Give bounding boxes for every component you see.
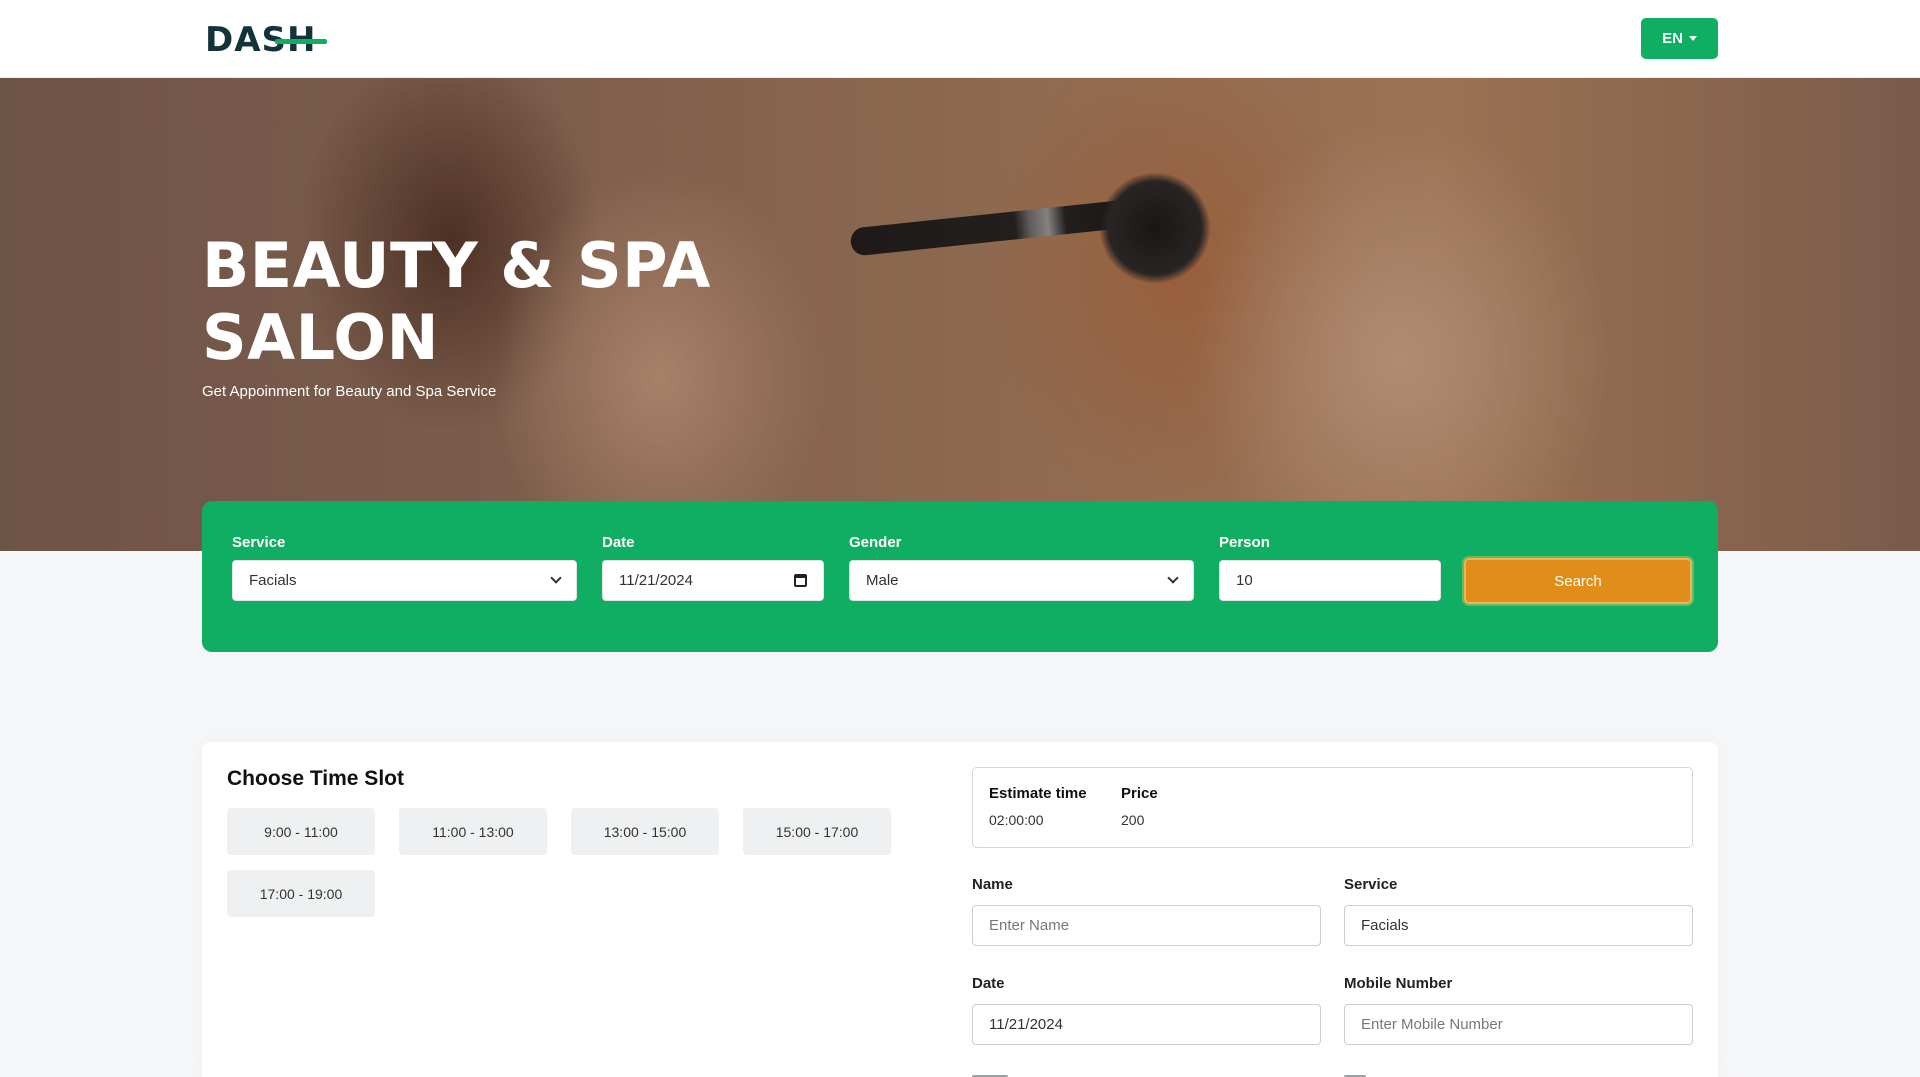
top-navbar: DASH EN [0, 0, 1920, 78]
mobile-number-placeholder: Enter Mobile Number [1361, 1016, 1503, 1033]
hero-subtitle: Get Appoinment for Beauty and Spa Servic… [202, 383, 497, 400]
service-select-value: Facials [249, 572, 297, 589]
gender-label: Gender [849, 534, 902, 551]
service-label: Service [232, 534, 286, 551]
estimate-time-value: 02:00:00 [989, 812, 1044, 828]
form-service-label: Service [1344, 876, 1398, 893]
person-input[interactable]: 10 [1219, 560, 1441, 601]
form-service-value: Facials [1361, 917, 1409, 934]
hero-title-line2: SALON [202, 301, 440, 374]
calendar-icon[interactable] [794, 574, 807, 587]
logo-accent-bar [275, 39, 327, 44]
chevron-down-icon [1167, 572, 1179, 584]
date-input[interactable]: 11/21/2024 [602, 560, 824, 601]
person-label: Person [1219, 534, 1270, 551]
mobile-number-label: Mobile Number [1344, 975, 1453, 992]
price-value: 200 [1121, 812, 1145, 828]
time-slot-button[interactable]: 9:00 - 11:00 [227, 808, 375, 855]
time-slot-button[interactable]: 17:00 - 19:00 [227, 870, 375, 917]
mobile-number-input[interactable]: Enter Mobile Number [1344, 1004, 1693, 1045]
form-date-label: Date [972, 975, 1005, 992]
price-label: Price [1121, 785, 1158, 802]
time-slot-title: Choose Time Slot [227, 767, 404, 790]
time-slot-button[interactable]: 15:00 - 17:00 [743, 808, 891, 855]
form-date-input[interactable]: 11/21/2024 [972, 1004, 1321, 1045]
language-dropdown-button[interactable]: EN [1641, 18, 1718, 59]
time-slot-button[interactable]: 13:00 - 15:00 [571, 808, 719, 855]
gender-select[interactable]: Male [849, 560, 1194, 601]
time-slot-button[interactable]: 11:00 - 13:00 [399, 808, 547, 855]
name-input[interactable]: Enter Name [972, 905, 1321, 946]
hero-title: BEAUTY & SPA SALON [202, 230, 722, 374]
booking-card: Choose Time Slot 9:00 - 11:00 11:00 - 13… [202, 742, 1718, 1077]
language-label: EN [1662, 30, 1683, 47]
estimate-time-label: Estimate time [989, 785, 1087, 802]
name-label: Name [972, 876, 1013, 893]
estimate-summary-box: Estimate time 02:00:00 Price 200 [972, 767, 1693, 848]
search-panel: Service Facials Date 11/21/2024 Gender M… [202, 501, 1718, 652]
dash-logo[interactable]: DASH [205, 20, 327, 60]
chevron-down-icon [550, 572, 562, 584]
search-button[interactable]: Search [1464, 558, 1692, 604]
form-date-value: 11/21/2024 [989, 1016, 1063, 1033]
date-input-value: 11/21/2024 [619, 572, 693, 589]
name-input-placeholder: Enter Name [989, 917, 1070, 934]
person-input-value: 10 [1236, 572, 1253, 589]
caret-down-icon [1688, 36, 1697, 41]
hero-title-line1: BEAUTY & SPA [202, 229, 711, 302]
date-label: Date [602, 534, 635, 551]
gender-select-value: Male [866, 572, 899, 589]
hero-banner: BEAUTY & SPA SALON Get Appoinment for Be… [0, 78, 1920, 551]
service-select[interactable]: Facials [232, 560, 577, 601]
form-service-input[interactable]: Facials [1344, 905, 1693, 946]
